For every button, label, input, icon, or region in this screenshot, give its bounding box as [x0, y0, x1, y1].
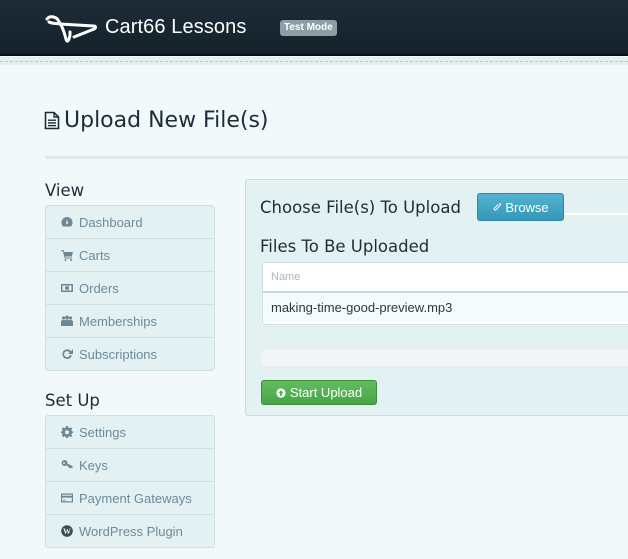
choose-files-label: Choose File(s) To Upload	[260, 198, 461, 217]
sidebar-item-label: Payment Gateways	[79, 490, 192, 506]
choose-divider	[566, 213, 628, 215]
sidebar-item-settings[interactable]: Settings	[46, 416, 214, 448]
dashboard-icon	[60, 216, 73, 229]
wordpress-icon: W	[60, 525, 73, 538]
files-to-upload-label: Files To Be Uploaded	[260, 237, 430, 256]
page-title-text: Upload New File(s)	[64, 108, 269, 133]
sidebar-item-label: WordPress Plugin	[79, 523, 183, 539]
browse-button-label: Browse	[505, 199, 549, 215]
upload-progress-bar	[261, 348, 628, 366]
refresh-icon	[60, 348, 73, 361]
sidebar-item-label: Orders	[79, 280, 119, 296]
credit-card-icon	[60, 492, 73, 505]
group-icon	[60, 315, 73, 328]
header-subbar	[0, 57, 628, 65]
paperclip-icon	[493, 203, 502, 211]
gear-icon	[60, 426, 73, 439]
sidebar-item-label: Subscriptions	[79, 346, 158, 362]
svg-text:W: W	[63, 527, 71, 536]
sidebar-item-wordpress-plugin[interactable]: W WordPress Plugin	[46, 514, 214, 547]
sidebar-item-memberships[interactable]: Memberships	[46, 304, 214, 337]
sidebar-item-dashboard[interactable]: Dashboard	[46, 206, 214, 238]
sidebar-item-label: Settings	[79, 424, 126, 440]
key-icon	[60, 459, 73, 472]
sidebar-item-label: Dashboard	[79, 214, 143, 230]
money-icon	[60, 282, 73, 295]
top-header: Cart66 Lessons Test Mode	[0, 0, 628, 56]
start-upload-label: Start Upload	[289, 385, 363, 400]
setup-heading: Set Up	[45, 391, 100, 410]
view-heading: View	[45, 181, 85, 200]
cart66-logo-icon[interactable]	[44, 13, 98, 45]
sidebar-item-label: Carts	[79, 247, 111, 263]
title-divider	[45, 156, 628, 159]
sidebar-item-keys[interactable]: Keys	[46, 448, 214, 481]
start-upload-button[interactable]: Start Upload	[261, 380, 377, 405]
files-table: Name making-time-good-preview.mp3	[262, 262, 628, 325]
upload-circle-icon	[276, 387, 286, 398]
sidebar-item-orders[interactable]: Orders	[46, 271, 214, 304]
column-header-name: Name	[263, 263, 628, 293]
table-row[interactable]: making-time-good-preview.mp3	[263, 293, 628, 322]
sidebar-item-subscriptions[interactable]: Subscriptions	[46, 337, 214, 370]
upload-panel: Choose File(s) To Upload Browse Files To…	[245, 179, 628, 416]
dashed-divider	[0, 61, 628, 62]
file-text-icon	[44, 111, 60, 130]
sidebar-item-carts[interactable]: Carts	[46, 238, 214, 271]
page-title: Upload New File(s)	[44, 108, 269, 133]
brand-title[interactable]: Cart66 Lessons	[105, 16, 246, 39]
setup-nav: Settings Keys Payment Gateways W WordPre…	[45, 415, 215, 548]
sidebar-item-payment-gateways[interactable]: Payment Gateways	[46, 481, 214, 514]
sidebar-item-label: Keys	[79, 457, 108, 473]
test-mode-badge: Test Mode	[280, 20, 337, 36]
sidebar-item-label: Memberships	[79, 313, 158, 329]
view-nav: Dashboard Carts Orders Memberships Subsc…	[45, 205, 215, 371]
browse-button[interactable]: Browse	[477, 193, 564, 221]
cart-icon	[60, 249, 73, 262]
